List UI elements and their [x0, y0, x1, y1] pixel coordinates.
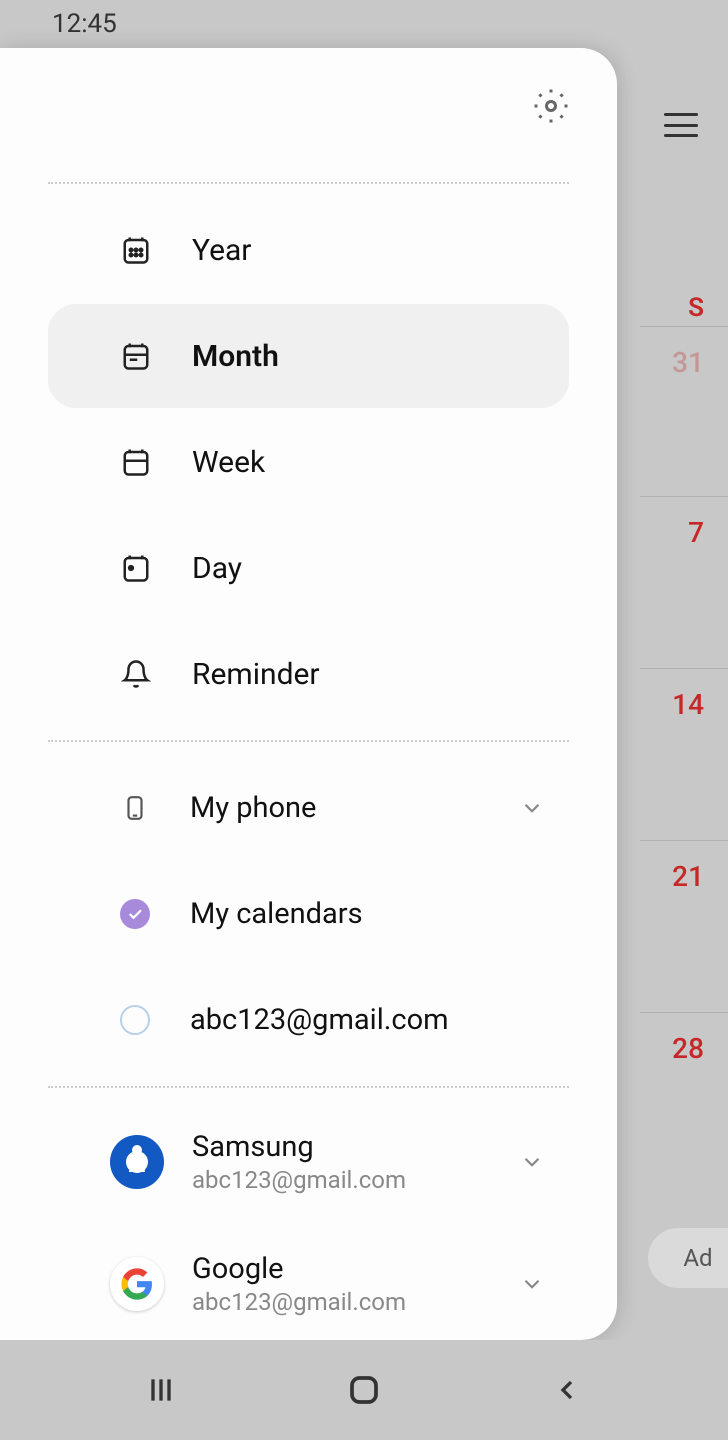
account-item-samsung[interactable]: Samsung abc123@gmail.com: [48, 1102, 569, 1222]
view-item-year[interactable]: Year: [48, 198, 569, 302]
drawer-header: [0, 48, 617, 182]
status-time: 12:45: [52, 9, 117, 39]
account-name: Google: [192, 1252, 519, 1286]
view-item-week[interactable]: Week: [48, 410, 569, 514]
calendar-date[interactable]: 31: [672, 346, 704, 379]
add-event-button[interactable]: Ad: [648, 1228, 728, 1288]
calendar-item-my-phone[interactable]: My phone: [48, 756, 569, 860]
view-label: Week: [192, 445, 265, 480]
bell-icon: [120, 658, 152, 690]
view-item-reminder[interactable]: Reminder: [48, 622, 569, 726]
chevron-down-icon: [519, 795, 545, 821]
calendar-week-icon: [120, 446, 152, 478]
recents-button[interactable]: [141, 1370, 181, 1410]
calendar-date[interactable]: 28: [672, 1032, 704, 1065]
account-list: Samsung abc123@gmail.com Google abc123@g…: [0, 1088, 617, 1340]
view-list: Year Month Week: [0, 184, 617, 740]
calendar-date[interactable]: 14: [672, 688, 704, 721]
calendar-label: abc123@gmail.com: [190, 1003, 545, 1037]
home-button[interactable]: [344, 1370, 384, 1410]
calendar-month-icon: [120, 340, 152, 372]
calendar-day-header-sunday: S: [688, 293, 704, 323]
hamburger-icon[interactable]: [664, 113, 698, 137]
account-name: Samsung: [192, 1130, 519, 1164]
view-item-day[interactable]: Day: [48, 516, 569, 620]
calendar-item-gmail[interactable]: abc123@gmail.com: [48, 968, 569, 1072]
calendar-list: My phone My calendars abc123@gmail.com: [0, 742, 617, 1086]
settings-icon[interactable]: [533, 88, 569, 124]
view-label: Reminder: [192, 657, 320, 692]
calendar-date[interactable]: 21: [672, 860, 704, 893]
calendar-day-icon: [120, 552, 152, 584]
phone-icon: [120, 793, 150, 823]
account-email: abc123@gmail.com: [192, 1166, 519, 1194]
account-email: abc123@gmail.com: [192, 1288, 519, 1316]
view-label: Month: [192, 339, 279, 374]
navigation-bar: [0, 1340, 728, 1440]
calendar-label: My calendars: [190, 897, 545, 931]
status-bar: 12:45: [0, 0, 728, 48]
chevron-down-icon: [519, 1149, 545, 1175]
chevron-down-icon: [519, 1271, 545, 1297]
samsung-account-icon: [110, 1135, 164, 1189]
calendar-label: My phone: [190, 791, 519, 825]
view-label: Year: [192, 233, 251, 268]
google-account-icon: [110, 1257, 164, 1311]
calendar-date[interactable]: 7: [688, 516, 704, 549]
view-label: Day: [192, 551, 242, 586]
checkbox-checked-icon[interactable]: [120, 899, 150, 929]
checkbox-unchecked-icon[interactable]: [120, 1005, 150, 1035]
account-item-google[interactable]: Google abc123@gmail.com: [48, 1224, 569, 1340]
navigation-drawer: Year Month Week: [0, 48, 617, 1340]
back-button[interactable]: [547, 1370, 587, 1410]
calendar-item-my-calendars[interactable]: My calendars: [48, 862, 569, 966]
calendar-year-icon: [120, 234, 152, 266]
view-item-month[interactable]: Month: [48, 304, 569, 408]
